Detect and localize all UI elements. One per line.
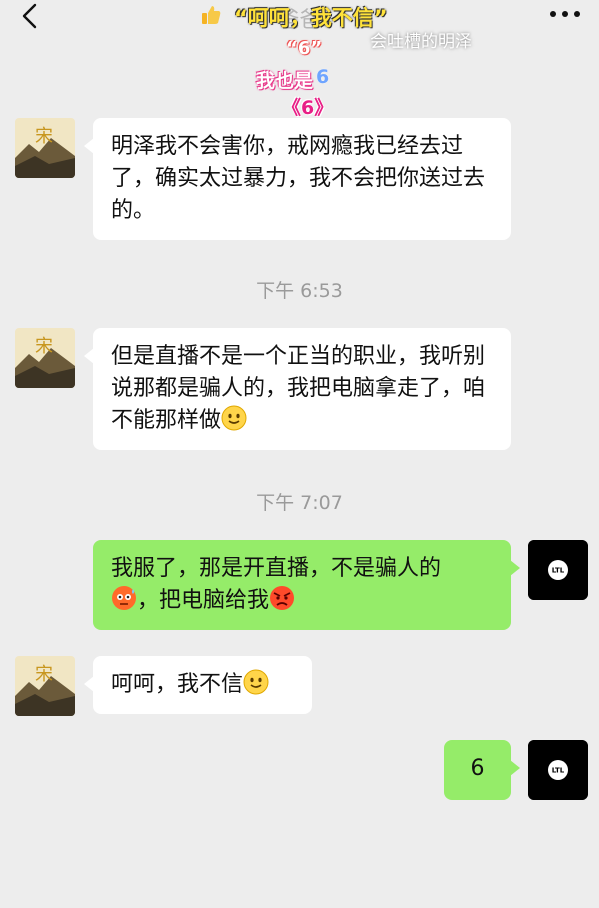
watermark-text: 会吐槽的明泽 [370,32,472,52]
message-bubble-self[interactable]: 我服了，那是开直播，不是骗人的 ，把电脑给我 [93,540,520,630]
message-bubble-self[interactable]: 6 [444,740,520,800]
angry-emoji-icon [270,586,295,610]
contact-avatar[interactable]: 宋 [15,328,75,388]
contact-avatar[interactable]: 宋 [15,118,75,178]
message-text: 我服了，那是开直播，不是骗人的 [111,556,442,581]
avatar-label: LTL [552,767,565,775]
timestamp: 下午 7:07 [256,492,343,514]
self-avatar[interactable]: LTL [528,540,588,600]
message-bubble[interactable]: 呵呵，我不信 [84,656,312,714]
avatar-label: LTL [552,567,565,575]
message-text: 呵呵，我不信 [111,672,244,697]
caption-line-4: 《6》 [282,97,334,119]
smile-emoji-icon [243,669,269,695]
caption-line-3: 我也是 [256,70,314,92]
avatar-glyph: 宋 [35,336,53,357]
ltl-logo-icon: LTL [528,740,588,800]
caption-line-2: “6” [286,38,323,59]
more-dots-icon[interactable] [547,4,583,24]
self-avatar[interactable]: LTL [528,740,588,800]
avatar-glyph: 宋 [35,664,53,685]
caption-line-3-tail: 6 [316,66,330,88]
caption-line-1: “呵呵，我不信” [234,6,388,30]
contact-avatar[interactable]: 宋 [15,656,75,716]
message-text: 但是直播不是一个正当的职业，我听别说那都是骗人的，我把电脑拿走了，咱不能那样做 [111,344,486,433]
message-bubble[interactable]: 但是直播不是一个正当的职业，我听别说那都是骗人的，我把电脑拿走了，咱不能那样做 [84,328,511,450]
message-text: 6 [470,756,485,781]
message-text: 明泽我不会害你，戒网瘾我已经去过了，确实太过暴力，我不会把你送过去的。 [111,134,486,223]
smile-emoji-icon [221,405,247,431]
landscape-avatar-icon: 宋 [15,328,75,388]
ltl-logo-icon: LTL [528,540,588,600]
timestamp: 下午 6:53 [256,280,343,302]
message-text: ，把电脑给我 [137,588,270,613]
message-bubble[interactable]: 明泽我不会害你，戒网瘾我已经去过了，确实太过暴力，我不会把你送过去的。 [84,118,511,240]
landscape-avatar-icon: 宋 [15,656,75,716]
thumbs-up-icon [202,6,221,24]
sweat-angry-emoji-icon [112,586,136,610]
avatar-glyph: 宋 [35,126,53,147]
landscape-avatar-icon: 宋 [15,118,75,178]
